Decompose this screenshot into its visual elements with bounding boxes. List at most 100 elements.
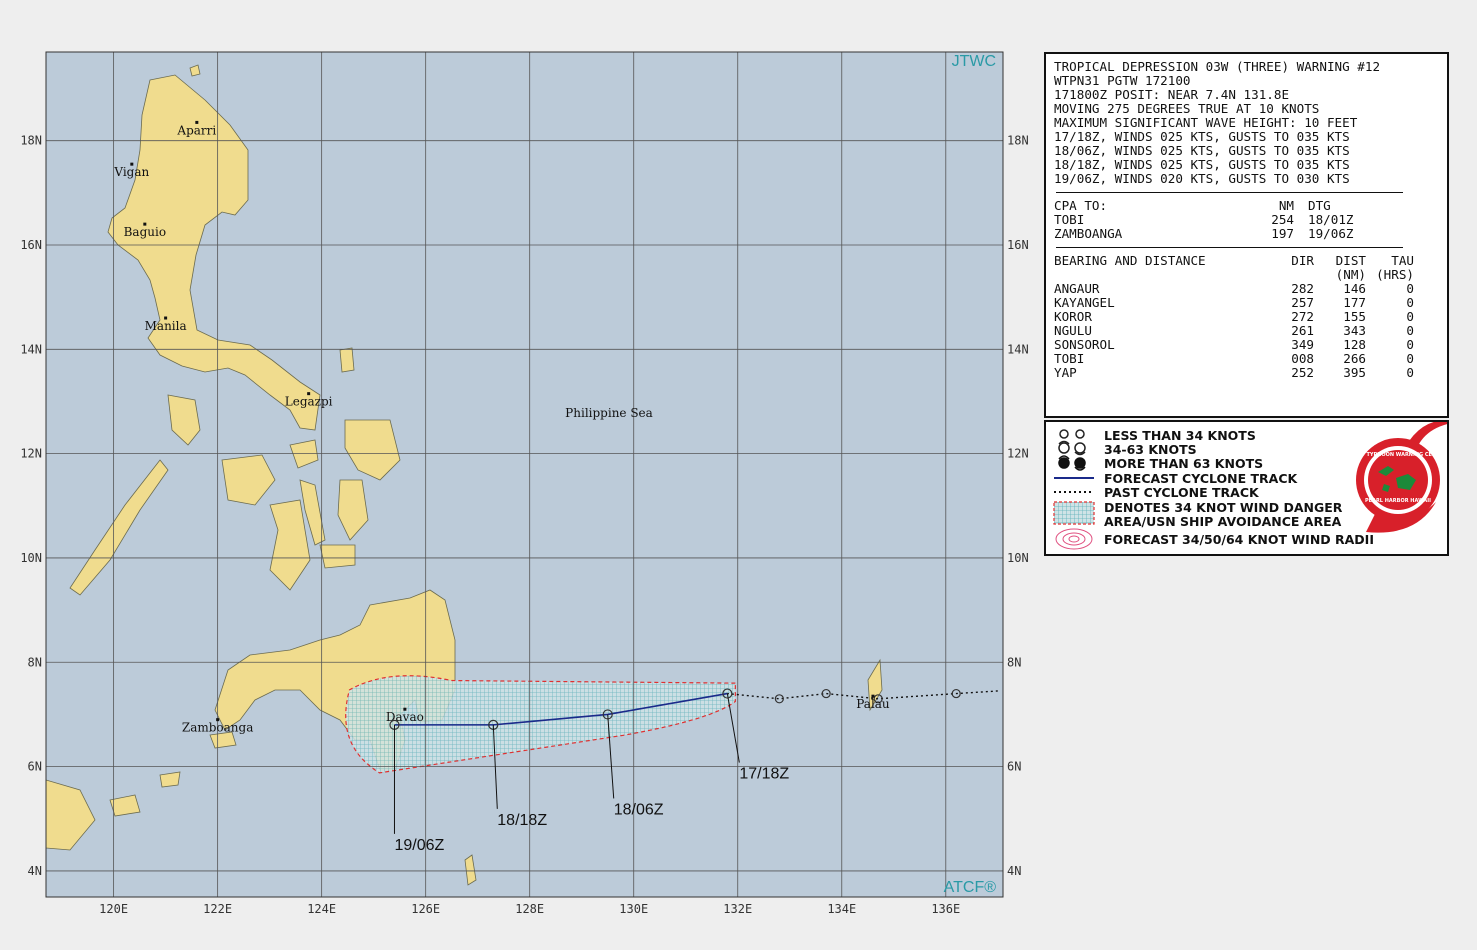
lat-label-left: 14N: [20, 342, 42, 356]
bearing-dir: 261: [1291, 323, 1314, 338]
lon-label: 132E: [723, 902, 752, 916]
lon-label: 128E: [515, 902, 544, 916]
cpa-label: CPA TO:: [1054, 198, 1108, 213]
legend-forecast-track: FORECAST CYCLONE TRACK: [1104, 471, 1298, 486]
bohol-island: [319, 544, 356, 569]
warning-line: 18/18Z, WINDS 025 KTS, GUSTS TO 035 KTS: [1054, 157, 1350, 172]
city-label: Manila: [145, 319, 187, 333]
city-label: Legazpi: [285, 395, 333, 409]
lat-label-right: 8N: [1007, 655, 1021, 669]
warning-line: 19/06Z, WINDS 020 KTS, GUSTS TO 030 KTS: [1054, 171, 1350, 186]
bearing-dist: 343: [1343, 323, 1366, 338]
dir-header: DIR: [1291, 253, 1314, 268]
bearing-row: KAYANGEL 257 177 0: [1054, 296, 1439, 310]
legend-danger-1: DENOTES 34 KNOT WIND DANGER: [1104, 500, 1343, 515]
lat-label-left: 6N: [28, 760, 42, 774]
k34-63-icon: [1058, 440, 1086, 456]
divider: [1056, 247, 1403, 248]
lat-label-right: 18N: [1007, 134, 1029, 148]
forecast-time-label: 17/18Z: [739, 766, 789, 783]
warning-info-panel: TROPICAL DEPRESSION 03W (THREE) WARNING …: [1044, 52, 1449, 418]
bearing-tau: 0: [1406, 323, 1414, 338]
catanduanes-island: [339, 347, 355, 373]
dist-unit: (NM): [1335, 267, 1366, 282]
cpa-name: TOBI: [1054, 212, 1085, 227]
city-label: Vigan: [113, 165, 149, 179]
warning-line: 171800Z POSIT: NEAR 7.4N 131.8E: [1054, 87, 1290, 102]
lat-label-right: 4N: [1007, 864, 1021, 878]
sulu-islands-2: [159, 771, 181, 788]
bearing-name: KAYANGEL: [1054, 295, 1115, 310]
danger-area-icon: [1053, 501, 1095, 525]
forecast-time-label: 18/18Z: [497, 812, 547, 829]
warning-line: MOVING 275 DEGREES TRUE AT 10 KNOTS: [1054, 101, 1320, 116]
city-label: Aparri: [176, 123, 216, 137]
jtwc-label: JTWC: [952, 53, 996, 70]
tau-header: TAU: [1391, 253, 1414, 268]
bearing-tau: 0: [1406, 309, 1414, 324]
city-label: Baguio: [124, 225, 166, 239]
tau-unit: (HRS): [1376, 267, 1414, 282]
cpa-name: ZAMBOANGA: [1054, 226, 1123, 241]
lon-label: 124E: [307, 902, 336, 916]
cpa-nm: 254: [1271, 212, 1294, 227]
svg-text:JOINT TYPHOON WARNING CENTER: JOINT TYPHOON WARNING CENTER: [1348, 452, 1447, 458]
bearing-row: NGULU 261 343 0: [1054, 324, 1439, 338]
cpa-header: CPA TO: NM DTG: [1054, 199, 1439, 213]
bearing-name: TOBI: [1054, 351, 1085, 366]
lat-label-left: 4N: [28, 864, 42, 878]
cpa-dtg: 19/06Z: [1308, 226, 1354, 241]
svg-text:PEARL HARBOR HAWAII: PEARL HARBOR HAWAII: [1365, 498, 1431, 504]
cpa-row: TOBI 254 18/01Z: [1054, 213, 1439, 227]
cpa-nm-header: NM: [1278, 198, 1294, 213]
lon-label: 134E: [827, 902, 856, 916]
bearing-dir: 349: [1291, 337, 1314, 352]
bearing-dir: 252: [1291, 365, 1314, 380]
less34-icon: [1059, 429, 1085, 439]
lat-label-left: 18N: [20, 134, 42, 148]
legend-past-track: PAST CYCLONE TRACK: [1104, 485, 1259, 500]
bearing-dir: 008: [1291, 351, 1314, 366]
lat-label-left: 12N: [20, 447, 42, 461]
legend-wind-radii: FORECAST 34/50/64 KNOT WIND RADII: [1104, 532, 1374, 547]
divider: [1056, 192, 1403, 193]
bearing-dist: 128: [1343, 337, 1366, 352]
bearing-row: KOROR 272 155 0: [1054, 310, 1439, 324]
bearing-dist: 395: [1343, 365, 1366, 380]
lat-label-right: 6N: [1007, 760, 1021, 774]
dist-header: DIST: [1335, 253, 1366, 268]
lat-label-left: 16N: [20, 238, 42, 252]
bearing-dist: 146: [1343, 281, 1366, 296]
cpa-nm: 197: [1271, 226, 1294, 241]
bearing-tau: 0: [1406, 365, 1414, 380]
lat-label-left: 10N: [20, 551, 42, 565]
bearing-name: KOROR: [1054, 309, 1092, 324]
warning-text-block: TROPICAL DEPRESSION 03W (THREE) WARNING …: [1054, 60, 1439, 186]
bearing-name: NGULU: [1054, 323, 1092, 338]
bearing-tau: 0: [1406, 337, 1414, 352]
lat-label-right: 10N: [1007, 551, 1029, 565]
warning-line: TROPICAL DEPRESSION 03W (THREE) WARNING …: [1054, 59, 1381, 74]
city-label: Zamboanga: [182, 721, 254, 735]
bearing-tau: 0: [1406, 281, 1414, 296]
bearing-tau: 0: [1406, 295, 1414, 310]
map-legend: JOINT TYPHOON WARNING CENTER PEARL HARBO…: [1044, 420, 1449, 556]
lon-label: 136E: [931, 902, 960, 916]
bearing-name: YAP: [1054, 365, 1077, 380]
bearing-header: BEARING AND DISTANCE DIR DIST TAU: [1054, 254, 1439, 268]
bearing-tau: 0: [1406, 351, 1414, 366]
legend-more63: MORE THAN 63 KNOTS: [1104, 456, 1264, 471]
bearing-dir: 272: [1291, 309, 1314, 324]
bearing-label: BEARING AND DISTANCE: [1054, 253, 1206, 268]
cpa-row: ZAMBOANGA 197 19/06Z: [1054, 227, 1439, 241]
lon-label: 126E: [411, 902, 440, 916]
sea-label: Philippine Sea: [565, 406, 653, 420]
more63-icon: [1058, 455, 1086, 471]
bearing-row: SONSOROL 349 128 0: [1054, 338, 1439, 352]
legend-34-63: 34-63 KNOTS: [1104, 442, 1197, 457]
bearing-units: (NM) (HRS): [1054, 268, 1439, 282]
lon-label: 130E: [619, 902, 648, 916]
track-map: 17/18Z 18/06Z 18/18Z 19/06Z Aparri Vigan Bagu…: [20, 51, 1029, 916]
legend-less34: LESS THAN 34 KNOTS: [1104, 428, 1256, 443]
warning-line: WTPN31 PGTW 172100: [1054, 73, 1191, 88]
